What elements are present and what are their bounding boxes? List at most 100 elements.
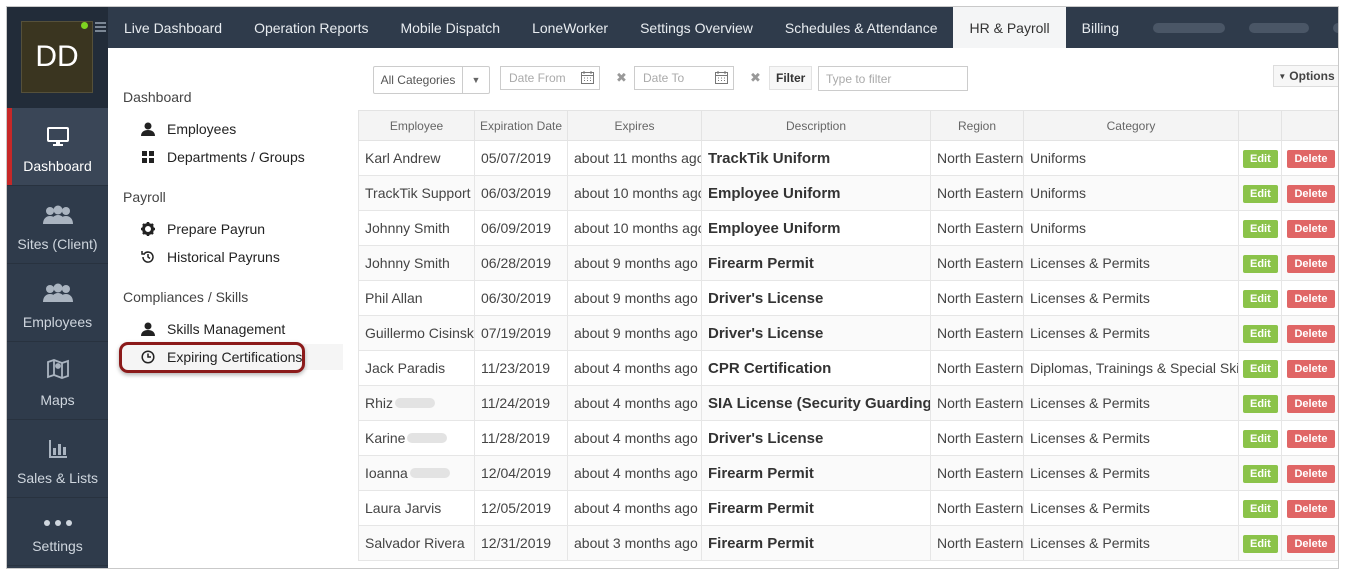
expiration-date-cell: 06/03/2019 [474,175,568,211]
delete-button[interactable]: Delete [1287,394,1335,413]
category-select[interactable]: All Categories ▼ [373,66,490,94]
column-header-description[interactable]: Description [701,110,931,141]
delete-button[interactable]: Delete [1287,324,1335,343]
delete-cell: Delete [1281,315,1338,351]
calendar-icon[interactable] [581,71,594,87]
edit-cell: Edit [1238,280,1282,316]
category-cell: Uniforms [1023,140,1239,176]
tab-operation-reports[interactable]: Operation Reports [238,7,384,48]
edit-button[interactable]: Edit [1243,534,1278,553]
column-header-expires[interactable]: Expires [567,110,702,141]
redacted-text [407,433,448,443]
edit-button[interactable]: Edit [1243,324,1278,343]
menu-item-skills-management[interactable]: Skills Management [121,316,343,342]
category-cell: Licenses & Permits [1023,315,1239,351]
expires-cell: about 9 months ago [567,315,702,351]
options-button[interactable]: ▼ Options [1273,65,1338,87]
edit-button[interactable]: Edit [1243,254,1278,273]
column-header-expiration-date[interactable]: Expiration Date [474,110,568,141]
delete-button[interactable]: Delete [1287,289,1335,308]
tab-loneworker[interactable]: LoneWorker [516,7,624,48]
edit-button[interactable]: Edit [1243,359,1278,378]
menu-toggle-icon[interactable] [95,22,106,32]
rail-item-sites[interactable]: Sites (Client) [7,186,108,264]
edit-button[interactable]: Edit [1243,184,1278,203]
clear-date-to-icon[interactable]: ✖ [750,70,761,86]
expires-cell: about 10 months ago [567,210,702,246]
column-header-region[interactable]: Region [930,110,1024,141]
grid-icon [137,151,159,163]
edit-button[interactable]: Edit [1243,394,1278,413]
edit-button[interactable]: Edit [1243,289,1278,308]
edit-button[interactable]: Edit [1243,499,1278,518]
delete-button[interactable]: Delete [1287,464,1335,483]
region-cell: North Eastern [930,245,1024,281]
column-header-category[interactable]: Category [1023,110,1239,141]
expires-cell: about 4 months ago [567,385,702,421]
expiration-date-cell: 12/04/2019 [474,455,568,491]
employee-cell: Karl Andrew [358,140,475,176]
region-cell: North Eastern [930,420,1024,456]
tab-schedules-attendance[interactable]: Schedules & Attendance [769,7,954,48]
tab-live-dashboard[interactable]: Live Dashboard [108,7,238,48]
rail-label: Maps [40,392,75,408]
delete-button[interactable]: Delete [1287,359,1335,378]
menu-item-employees[interactable]: Employees [121,116,343,142]
rail-item-sales[interactable]: Sales & Lists [7,420,108,498]
table-row: Laura Jarvis 12/05/2019 about 4 months ago… [358,490,1338,526]
tab-mobile-dispatch[interactable]: Mobile Dispatch [384,7,516,48]
clear-date-from-icon[interactable]: ✖ [616,70,627,86]
delete-button[interactable]: Delete [1287,254,1335,273]
expiration-date-cell: 11/23/2019 [474,350,568,386]
rail-item-maps[interactable]: Maps [7,342,108,420]
delete-button[interactable]: Delete [1287,499,1335,518]
filter-button[interactable]: Filter [769,66,813,90]
calendar-icon[interactable] [715,71,728,87]
expiration-date-cell: 11/24/2019 [474,385,568,421]
rail-label: Sites (Client) [17,236,98,252]
region-cell: North Eastern [930,490,1024,526]
menu-item-prepare-payrun[interactable]: Prepare Payrun [121,216,343,242]
app-window: DD Dashboard Sites (Client) Employees Ma… [6,6,1339,569]
delete-button[interactable]: Delete [1287,219,1335,238]
rail-item-dashboard[interactable]: Dashboard [7,108,108,186]
expires-cell: about 4 months ago [567,350,702,386]
tab-billing[interactable]: Billing [1066,7,1135,48]
tab-hr-payroll[interactable]: HR & Payroll [953,7,1066,48]
menu-item-historical-payruns[interactable]: Historical Payruns [121,244,343,270]
users-icon [42,283,74,306]
rail-item-employees[interactable]: Employees [7,264,108,342]
edit-button[interactable]: Edit [1243,219,1278,238]
category-cell: Uniforms [1023,175,1239,211]
tab-settings-overview[interactable]: Settings Overview [624,7,769,48]
delete-button[interactable]: Delete [1287,429,1335,448]
avatar[interactable]: DD [21,21,93,93]
edit-button[interactable]: Edit [1243,464,1278,483]
edit-button[interactable]: Edit [1243,149,1278,168]
region-cell: North Eastern [930,315,1024,351]
delete-cell: Delete [1281,210,1338,246]
region-cell: North Eastern [930,175,1024,211]
delete-button[interactable]: Delete [1287,184,1335,203]
delete-button[interactable]: Delete [1287,149,1335,168]
category-cell: Licenses & Permits [1023,525,1239,561]
menu-item-departments[interactable]: Departments / Groups [121,144,343,170]
rail-item-settings[interactable]: Settings [7,498,108,566]
date-from-field[interactable]: Date From [500,66,600,90]
table-row: Johnny Smith 06/09/2019 about 10 months ag… [358,210,1338,246]
column-header-employee[interactable]: Employee [358,110,475,141]
filter-input[interactable]: Type to filter [818,66,968,91]
region-cell: North Eastern [930,350,1024,386]
employee-cell: Johnny Smith [358,210,475,246]
employee-cell: Salvador Rivera [358,525,475,561]
options-label: Options [1289,69,1335,83]
delete-button[interactable]: Delete [1287,534,1335,553]
expiration-date-cell: 05/07/2019 [474,140,568,176]
top-nav: Live Dashboard Operation Reports Mobile … [108,7,1338,48]
employee-cell: Laura Jarvis [358,490,475,526]
highlight-annotation [119,342,305,373]
edit-button[interactable]: Edit [1243,429,1278,448]
employee-cell: Karine [358,420,475,456]
certifications-table: Employee Expiration Date Expires Descrip… [358,110,1338,561]
date-to-field[interactable]: Date To [634,66,734,90]
